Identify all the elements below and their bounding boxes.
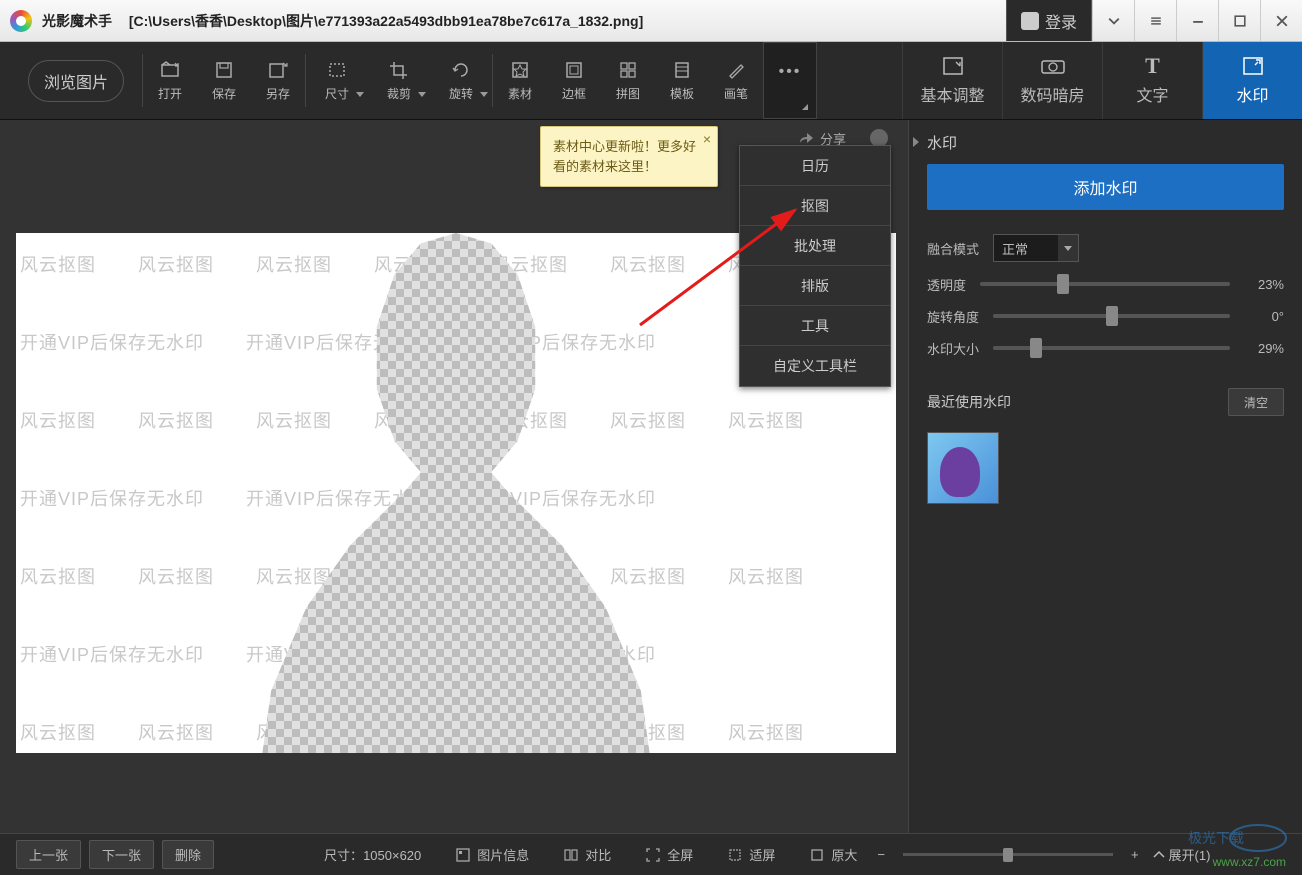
clear-recent-button[interactable]: 清空 [1228, 388, 1284, 416]
dropdown-item-layout[interactable]: 排版 [740, 266, 890, 306]
collage-icon [617, 59, 639, 81]
image-info-button[interactable]: 图片信息 [455, 845, 529, 864]
frame-icon [563, 59, 585, 81]
browse-images-button[interactable]: 浏览图片 [28, 60, 124, 102]
template-button[interactable]: 模板 [655, 42, 709, 119]
delete-image-button[interactable]: 删除 [162, 840, 214, 869]
crop-button[interactable]: 裁剪 [368, 42, 430, 119]
chevron-down-icon [1058, 235, 1078, 261]
popup-text: 素材中心更新啦！更多好看的素材来这里！ [553, 139, 696, 174]
recent-watermark-thumb[interactable] [927, 432, 999, 504]
opacity-slider[interactable] [980, 274, 1230, 294]
tab-darkroom[interactable]: 数码暗房 [1002, 42, 1102, 119]
zoom-in-button[interactable]: + [1131, 847, 1139, 862]
zoom-slider[interactable] [903, 848, 1113, 862]
tab-text[interactable]: T文字 [1102, 42, 1202, 119]
saveas-icon [267, 59, 289, 81]
darkroom-icon [1040, 56, 1066, 76]
main-toolbar: 浏览图片 打开 保存 另存 尺寸 裁剪 旋转 素材 边框 拼图 模板 画笔 ••… [0, 42, 1302, 120]
close-button[interactable] [1260, 0, 1302, 41]
fullscreen-button[interactable]: 全屏 [645, 845, 693, 864]
watermark-panel: 水印 添加水印 融合模式 正常 透明度 23% 旋转角度 0° 水印大小 29% [908, 120, 1302, 833]
size-button[interactable]: 尺寸 [306, 42, 368, 119]
compare-button[interactable]: 对比 [563, 845, 611, 864]
rotate-button[interactable]: 旋转 [430, 42, 492, 119]
maximize-button[interactable] [1218, 0, 1260, 41]
material-icon [509, 59, 531, 81]
window-title: 光影魔术手 [C:\Users\香香\Desktop\图片\e771393a22… [42, 11, 643, 31]
opacity-label: 透明度 [927, 275, 966, 294]
dropdown-window-button[interactable] [1092, 0, 1134, 41]
rotate-icon [450, 59, 472, 81]
more-icon: ••• [779, 61, 801, 83]
status-bar: 上一张 下一张 删除 尺寸：1050×620 图片信息 对比 全屏 适屏 原大 … [0, 833, 1302, 875]
title-bar: 光影魔术手 [C:\Users\香香\Desktop\图片\e771393a22… [0, 0, 1302, 42]
dropdown-item-calendar[interactable]: 日历 [740, 146, 890, 186]
site-watermark-text: www.xz7.com [1213, 855, 1286, 869]
save-icon [213, 59, 235, 81]
settings-window-button[interactable] [1134, 0, 1176, 41]
angle-value: 0° [1244, 309, 1284, 324]
subject-silhouette [236, 233, 676, 753]
chevron-up-icon [1153, 850, 1165, 860]
fit-screen-button[interactable]: 适屏 [727, 845, 775, 864]
add-watermark-button[interactable]: 添加水印 [927, 164, 1284, 210]
tab-watermark[interactable]: 水印 [1202, 42, 1302, 119]
blend-mode-label: 融合模式 [927, 239, 979, 258]
info-icon [455, 847, 471, 863]
opacity-value: 23% [1244, 277, 1284, 292]
chevron-right-icon [913, 137, 919, 147]
fullscreen-icon [645, 847, 661, 863]
fit-icon [727, 847, 743, 863]
tab-basic-adjust[interactable]: 基本调整 [902, 42, 1002, 119]
svg-text:极光下载: 极光下载 [1188, 830, 1244, 846]
recent-watermark-label: 最近使用水印 [927, 392, 1011, 412]
crop-icon [388, 59, 410, 81]
dropdown-item-tools[interactable]: 工具 [740, 306, 890, 346]
more-tools-button[interactable]: ••• [763, 42, 817, 119]
canvas-area: 分享 风云抠图风云抠图风云抠图风云抠图风云抠图风云抠图风云抠图 开通VIP后保存… [0, 120, 908, 833]
prev-image-button[interactable]: 上一张 [16, 840, 81, 869]
original-icon [809, 847, 825, 863]
template-icon [671, 59, 693, 81]
login-label: 登录 [1045, 9, 1077, 33]
panel-title: 水印 [909, 120, 1302, 164]
scale-label: 水印大小 [927, 339, 979, 358]
frame-button[interactable]: 边框 [547, 42, 601, 119]
more-tools-dropdown: 日历 抠图 批处理 排版 工具 自定义工具栏 [739, 145, 891, 387]
scale-slider[interactable] [993, 338, 1230, 358]
size-icon [326, 59, 348, 81]
scale-value: 29% [1244, 341, 1284, 356]
watermark-icon [1240, 56, 1266, 76]
original-size-button[interactable]: 原大 [809, 845, 857, 864]
saveas-button[interactable]: 另存 [251, 42, 305, 119]
material-update-popup: × 素材中心更新啦！更多好看的素材来这里！ [540, 126, 718, 187]
text-icon: T [1140, 56, 1166, 76]
compare-icon [563, 847, 579, 863]
open-button[interactable]: 打开 [143, 42, 197, 119]
collage-button[interactable]: 拼图 [601, 42, 655, 119]
popup-close-button[interactable]: × [703, 129, 711, 150]
blend-mode-select[interactable]: 正常 [993, 234, 1079, 262]
login-button[interactable]: 登录 [1006, 0, 1092, 41]
basic-adjust-icon [940, 56, 966, 76]
material-button[interactable]: 素材 [493, 42, 547, 119]
dropdown-item-cutout[interactable]: 抠图 [740, 186, 890, 226]
minimize-button[interactable] [1176, 0, 1218, 41]
app-logo-icon [10, 10, 32, 32]
brush-button[interactable]: 画笔 [709, 42, 763, 119]
angle-slider[interactable] [993, 306, 1230, 326]
dropdown-item-custom-toolbar[interactable]: 自定义工具栏 [740, 346, 890, 386]
image-size-info: 尺寸：1050×620 [324, 845, 421, 864]
angle-label: 旋转角度 [927, 307, 979, 326]
next-image-button[interactable]: 下一张 [89, 840, 154, 869]
brush-icon [725, 59, 747, 81]
zoom-out-button[interactable]: − [877, 847, 885, 862]
avatar-icon [1021, 12, 1039, 30]
open-icon [159, 59, 181, 81]
dropdown-item-batch[interactable]: 批处理 [740, 226, 890, 266]
site-watermark-icon: 极光下载 [1168, 823, 1288, 853]
share-icon [798, 131, 814, 145]
save-button[interactable]: 保存 [197, 42, 251, 119]
